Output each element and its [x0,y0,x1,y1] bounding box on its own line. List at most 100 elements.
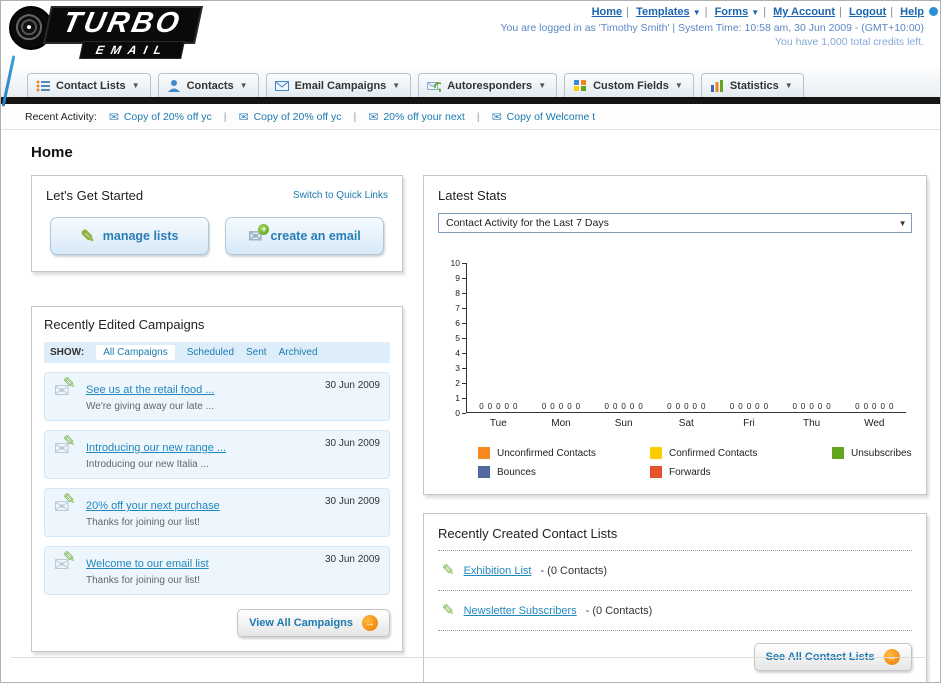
top-link-home[interactable]: Home [592,6,623,18]
campaign-link[interactable]: Introducing our new range ... [86,442,226,454]
tab-custom-fields[interactable]: Custom Fields ▼ [564,73,694,97]
recent-activity-item[interactable]: ✉ Copy of 20% off yc [239,111,342,123]
legend-item: Bounces [478,466,650,478]
activity-chart: 10 9 8 7 6 5 4 3 2 1 0 000000000000000000000000000… [446,258,906,429]
chevron-down-icon: ▼ [674,81,683,90]
tab-email-campaigns[interactable]: Email Campaigns ▼ [265,73,412,97]
campaign-date: 30 Jun 2009 [324,380,380,391]
chart-x-label: Mon [551,418,571,429]
legend-swatch-unsubscribes [832,447,844,459]
chart-value-label: 0 [604,402,609,411]
view-all-campaigns-button[interactable]: View All Campaigns → [237,609,390,637]
campaign-link[interactable]: Welcome to our email list [86,558,209,570]
envelope-icon: ✉ [238,109,249,124]
manage-lists-button[interactable]: ✎ manage lists [50,217,209,255]
contact-list-count: - (0 Contacts) [585,604,653,617]
campaign-link[interactable]: 20% off your next purchase [86,500,220,512]
stats-period-value: Contact Activity for the Last 7 Days [446,217,609,229]
recent-activity-label: Recent Activity: [25,110,97,123]
campaign-list-item: ✉ ✎ Welcome to our email list Thanks for … [44,546,390,595]
recent-activity-item[interactable]: ✉ 20% off your next [368,111,465,123]
email-campaigns-icon [274,81,289,91]
legend-item: Unconfirmed Contacts [478,447,650,459]
app-window: TURBO EMAIL Home | Templates ▼ | Forms ▼ | … [0,0,941,683]
contact-list-count: - (0 Contacts) [540,564,608,577]
stats-period-dropdown[interactable]: Contact Activity for the Last 7 Days ▼ [438,213,912,233]
campaign-subtitle: Introducing our new Italia ... [86,459,209,470]
contact-list-item: ✎ Exhibition List - (0 Contacts) [438,560,912,581]
legend-swatch-forwards [650,466,662,478]
chart-value-label: 0 [863,402,869,411]
chart-x-label: Sat [678,418,694,429]
top-link-templates[interactable]: Templates [636,6,690,18]
chart-x-label: Tue [489,418,507,429]
chart-plot-area: 00000000000000000000000000000000000 [466,263,906,413]
switch-quick-links-link[interactable]: Switch to Quick Links [293,190,388,201]
autoresponders-icon [427,82,442,92]
chart-value-label: 0 [700,402,706,411]
chevron-down-icon: ▼ [131,81,140,90]
chart-x-label: Sun [614,418,633,429]
tab-contacts[interactable]: Contacts ▼ [157,73,259,97]
chart-value-group: 00000 [655,402,718,411]
chevron-down-icon: ▼ [751,8,760,17]
campaign-link[interactable]: See us at the retail food ... [86,384,214,396]
tab-label: Email Campaigns [294,79,387,92]
top-link-my-account[interactable]: My Account [773,6,835,18]
campaign-date: 30 Jun 2009 [324,438,380,449]
tab-label: Autoresponders [447,79,533,92]
chart-value-group: 00000 [843,402,906,411]
chart-x-labels: Tue Mon Sun Sat Fri Thu Wed [467,418,906,429]
tab-autoresponders[interactable]: Autoresponders ▼ [418,73,558,97]
tab-statistics[interactable]: Statistics ▼ [700,73,804,97]
tab-label: Custom Fields [593,79,669,92]
chart-value-group: 00000 [530,402,593,411]
recent-activity-item[interactable]: ✉ Copy of Welcome t [492,111,596,123]
tab-label: Statistics [729,79,779,92]
chart-value-label: 0 [872,402,877,411]
chart-value-label: 0 [629,402,635,411]
recent-activity-item[interactable]: ✉ Copy of 20% off yc [109,111,212,123]
chevron-down-icon: ▼ [784,81,793,90]
filter-scheduled[interactable]: Scheduled [187,347,234,358]
legend-label: Bounces [497,466,536,478]
chart-value-label: 0 [826,402,831,411]
legend-label: Confirmed Contacts [669,447,758,459]
chart-value-label: 0 [496,402,501,411]
filter-archived[interactable]: Archived [279,347,318,358]
chart-value-label: 0 [504,402,509,411]
top-link-logout[interactable]: Logout [849,6,886,18]
arrow-right-icon: → [362,615,378,631]
chart-value-label: 0 [855,402,860,411]
campaign-edit-icon: ✉ ✎ [54,433,76,460]
logo-text-email: EMAIL [79,40,186,59]
chart-value-label: 0 [612,402,618,411]
pencil-icon: ✎ [442,562,455,579]
edge-dot-decoration [929,7,938,16]
top-link-forms[interactable]: Forms [715,6,749,18]
chart-x-label: Fri [743,418,755,429]
get-started-title: Let's Get Started [46,188,144,203]
contact-list-link[interactable]: Exhibition List [464,565,532,577]
filter-all-campaigns[interactable]: All Campaigns [96,345,175,360]
campaign-subtitle: We're giving away our late ... [86,401,214,412]
dotted-divider [438,630,912,631]
dotted-divider [438,550,912,551]
tab-contact-lists[interactable]: Contact Lists ▼ [27,73,151,97]
top-link-help[interactable]: Help [900,6,924,18]
top-header: TURBO EMAIL Home | Templates ▼ | Forms ▼ | … [1,1,940,107]
envelope-plus-icon: ✉ + [248,223,270,245]
custom-fields-icon [574,80,587,91]
contact-list-link[interactable]: Newsletter Subscribers [464,605,577,617]
create-email-button[interactable]: ✉ + create an email [225,217,384,255]
filter-sent[interactable]: Sent [246,347,267,358]
contact-list-item: ✎ Newsletter Subscribers - (0 Contacts) [438,600,912,621]
chart-groups: 00000000000000000000000000000000000 [467,402,906,411]
chart-value-label: 0 [487,402,493,411]
envelope-icon: ✉ [491,109,502,124]
legend-label: Unconfirmed Contacts [497,447,596,459]
chart-value-label: 0 [809,402,814,411]
chart-value-label: 0 [479,402,484,411]
chart-y-axis: 10 9 8 7 6 5 4 3 2 1 0 [446,258,466,418]
chart-value-group: 00000 [592,402,655,411]
